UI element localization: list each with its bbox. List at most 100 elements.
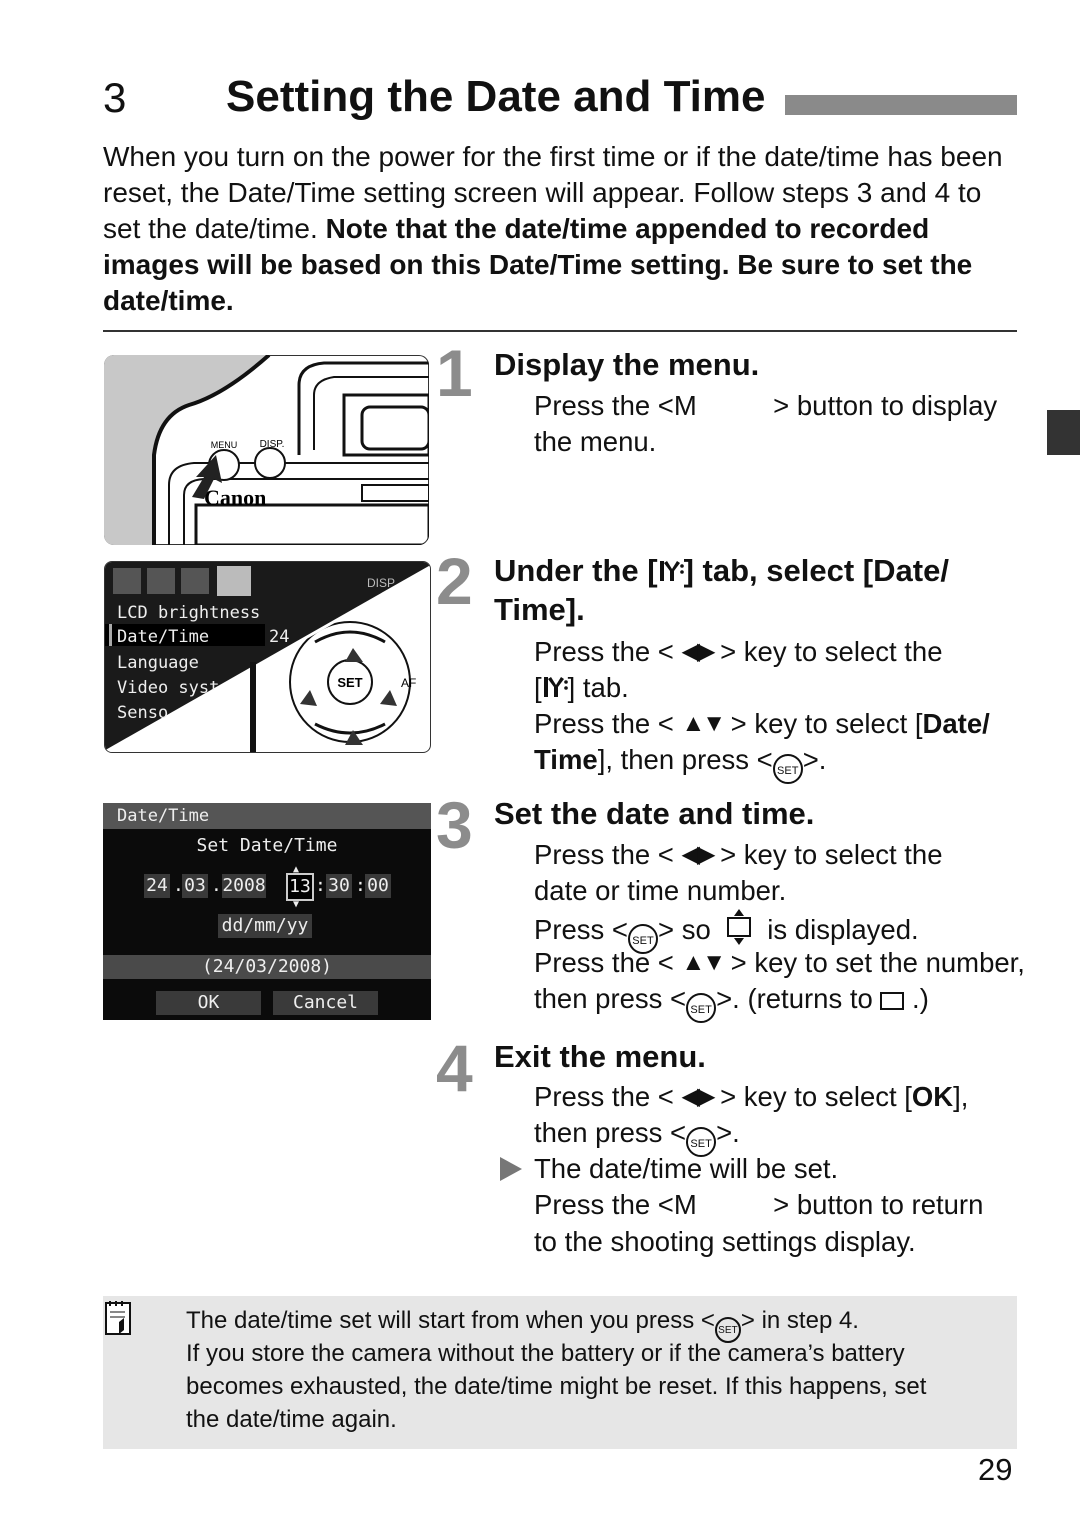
step-heading: Display the menu. <box>494 345 759 384</box>
instruction-line: date or time number. <box>534 873 786 909</box>
text-segment: is displayed. <box>752 913 919 945</box>
text-segment: > so <box>658 913 727 945</box>
text-segment: the date/time again. <box>186 1406 397 1433</box>
hour-field: 13 <box>286 873 314 901</box>
heading-text: Under the [ <box>494 553 658 588</box>
text-segment: ], <box>953 1081 969 1112</box>
instruction-line: Press the < ▲▼ > key to select [Date/ <box>534 706 990 742</box>
bold-text: Date/ <box>922 708 990 739</box>
instruction-line: Press the <M > button to return <box>534 1187 983 1223</box>
year-field: 2008 <box>222 874 266 898</box>
heading-text: Set the date and time. <box>494 796 815 831</box>
lcd-header: Date/Time <box>103 803 431 829</box>
instruction-line: Press the < ◀▶ > key to select the <box>534 634 943 670</box>
up-down-key-icon: ▲▼ <box>681 949 726 976</box>
chapter-number: 3 <box>103 74 127 121</box>
result-arrow-icon <box>500 1157 522 1186</box>
step-heading: Exit the menu. <box>494 1037 706 1076</box>
page-number: 29 <box>978 1452 1013 1487</box>
left-right-key-icon: ◀▶ <box>681 638 716 665</box>
step-number: 2 <box>436 544 473 618</box>
instruction-line: Press the <M > button to display <box>534 388 997 424</box>
text-segment: to the shooting settings display. <box>534 1226 916 1257</box>
set-button-icon: SET <box>772 754 803 784</box>
text-segment: ], then press < <box>597 744 773 775</box>
text-segment: date or time number. <box>534 875 787 906</box>
text-segment: >. <box>716 1117 740 1148</box>
bold-text: OK <box>911 1081 954 1112</box>
text-segment: > key to select the <box>712 839 943 870</box>
heading-text: ] tab, select [Date/ <box>683 553 949 588</box>
setup-tab-icon <box>658 553 684 592</box>
text-segment: > key to select [ <box>712 1081 912 1112</box>
instruction-line: [ ] tab. <box>534 670 629 708</box>
date-preview: (24/03/2008) <box>103 955 431 979</box>
text-segment: Press the < <box>534 636 682 667</box>
text-segment: Press the < <box>534 839 682 870</box>
instruction-line: The date/time will be set. <box>534 1151 838 1187</box>
text-segment: Press the < <box>534 1081 682 1112</box>
menu-label: MENU <box>211 440 238 450</box>
page-title: Setting the Date and Time <box>226 72 766 121</box>
note-line: If you store the camera without the batt… <box>186 1337 905 1370</box>
ok-button: OK <box>156 991 261 1015</box>
text-segment: Press the < <box>534 708 682 739</box>
left-right-key-icon: ◀▶ <box>681 841 716 868</box>
step-number: 3 <box>436 788 473 862</box>
format-field: dd/mm/yy <box>218 914 312 938</box>
step-heading: Time]. <box>494 590 585 629</box>
day-field: 24 <box>144 874 170 898</box>
text-segment: .) <box>904 983 929 1014</box>
datetime-screen-illustration: Date/Time Set Date/Time 24 . 03 . 2008 1… <box>103 803 431 1020</box>
setup-tab-icon <box>542 672 568 708</box>
text-segment: Press the <M > button to return <box>534 1189 984 1220</box>
instruction-line: the menu. <box>534 424 656 460</box>
brand-logo: Canon <box>204 485 266 510</box>
step-number: 1 <box>436 336 473 410</box>
month-field: 03 <box>182 874 208 898</box>
note-line: the date/time again. <box>186 1403 397 1436</box>
step-number: 4 <box>436 1031 473 1105</box>
lcd-subtitle: Set Date/Time <box>196 835 338 856</box>
note-line: becomes exhausted, the date/time might b… <box>186 1370 926 1403</box>
text-segment: ] tab. <box>567 672 629 703</box>
heading-text: Display the menu. <box>494 347 760 382</box>
text-segment: Press < <box>534 913 628 945</box>
instruction-line: then press < SET >. (returns to .) <box>534 981 929 1023</box>
set-button-icon: SET <box>686 993 717 1023</box>
disp-label: DISP. <box>260 439 285 450</box>
step-heading: Set the date and time. <box>494 794 814 833</box>
chapter-side-tab <box>1047 410 1080 455</box>
up-down-key-icon: ▲▼ <box>681 710 726 737</box>
menu-screen-illustration: SET AF DISP LCD brightness Date/Time 24 … <box>104 561 431 753</box>
text-segment: > key to set the number, <box>723 947 1025 978</box>
left-right-key-icon: ◀▶ <box>681 1083 716 1110</box>
second-field: 00 <box>365 874 391 898</box>
instruction-line: to the shooting settings display. <box>534 1224 916 1260</box>
text-segment: >. <box>802 744 827 775</box>
minute-field: 30 <box>326 874 352 898</box>
text-segment: The date/time set will start from when y… <box>186 1307 715 1334</box>
camera-menu-button-illustration: MENU DISP. Canon <box>104 355 429 545</box>
divider <box>103 330 1017 332</box>
intro-paragraph: When you turn on the power for the first… <box>103 139 1023 319</box>
text-segment: the menu. <box>534 426 657 457</box>
select-box-icon <box>880 983 905 1019</box>
cancel-button: Cancel <box>273 991 378 1015</box>
instruction-line: Press the < ◀▶ > key to select the <box>534 837 943 873</box>
text-segment: > key to select [ <box>723 708 923 739</box>
text-segment: then press < <box>534 1117 687 1148</box>
instruction-line: Time], then press < SET >. <box>534 742 826 784</box>
heading-text: Exit the menu. <box>494 1039 706 1074</box>
text-segment: >. (returns to <box>716 983 881 1014</box>
text-segment: [ <box>534 672 542 703</box>
title-bar-decoration <box>785 95 1017 115</box>
text-segment: becomes exhausted, the date/time might b… <box>186 1373 927 1400</box>
instruction-line: Press the < ▲▼ > key to set the number, <box>534 945 1025 981</box>
text-segment: > key to select the <box>712 636 943 667</box>
text-segment: If you store the camera without the batt… <box>186 1340 905 1367</box>
heading-text: Time]. <box>494 592 585 627</box>
text-segment: then press < <box>534 983 687 1014</box>
note-icon <box>105 1301 131 1335</box>
instruction-line: Press the < ◀▶ > key to select [OK], <box>534 1079 968 1115</box>
